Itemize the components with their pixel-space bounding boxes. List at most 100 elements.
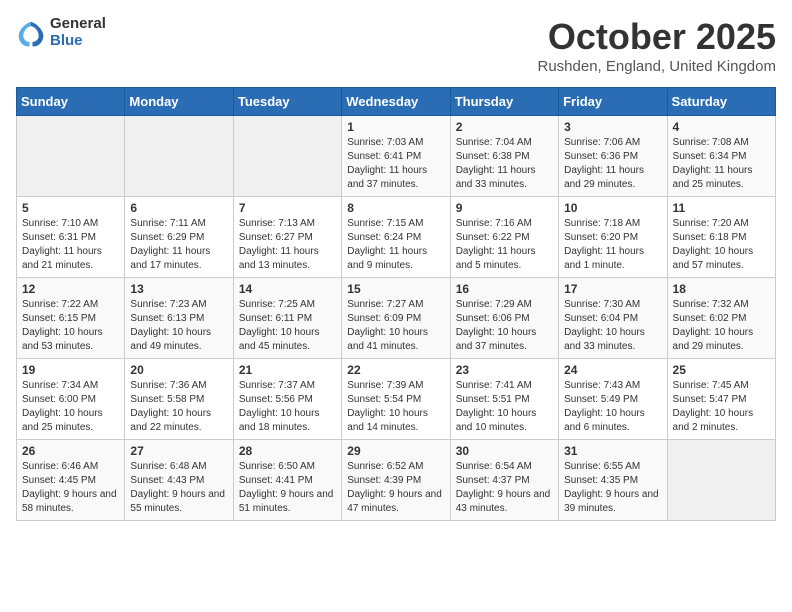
day-cell: 24 Sunrise: 7:43 AM Sunset: 5:49 PM Dayli…: [559, 359, 667, 440]
header-wednesday: Wednesday: [342, 88, 450, 116]
day-cell: 31Sunrise: 6:55 AM Sunset: 4:35 PM Dayli…: [559, 440, 667, 521]
day-info: Sunrise: 7:43 AM Sunset: 5:49 PM Dayligh…: [564, 379, 661, 435]
location: Rushden, England, United Kingdom: [538, 58, 777, 75]
header-monday: Monday: [125, 88, 233, 116]
day-info: Sunrise: 7:16 AM Sunset: 6:22 PM Dayligh…: [456, 217, 553, 273]
day-cell: 21Sunrise: 7:37 AM Sunset: 5:56 PM Dayli…: [233, 359, 341, 440]
day-info: Sunrise: 6:46 AM Sunset: 4:45 PM Dayligh…: [22, 460, 119, 516]
day-info: Sunrise: 6:48 AM Sunset: 4:43 PM Dayligh…: [130, 460, 227, 516]
day-info: Sunrise: 7:27 AM Sunset: 6:09 PM Dayligh…: [347, 298, 444, 354]
day-cell: 2 Sunrise: 7:04 AM Sunset: 6:38 PM Daylig…: [450, 116, 558, 197]
page-header: General Blue October 2025 Rushden, Engla…: [16, 16, 776, 75]
day-cell: 23 Sunrise: 7:41 AM Sunset: 5:51 PM Dayli…: [450, 359, 558, 440]
day-info: Sunrise: 6:52 AM Sunset: 4:39 PM Dayligh…: [347, 460, 444, 516]
day-number: 10: [564, 201, 661, 215]
day-info: Sunrise: 7:22 AM Sunset: 6:15 PM Dayligh…: [22, 298, 119, 354]
day-cell: 22 Sunrise: 7:39 AM Sunset: 5:54 PM Dayli…: [342, 359, 450, 440]
day-cell: 19 Sunrise: 7:34 AM Sunset: 6:00 PM Dayli…: [17, 359, 125, 440]
header-sunday: Sunday: [17, 88, 125, 116]
day-info: Sunrise: 7:39 AM Sunset: 5:54 PM Dayligh…: [347, 379, 444, 435]
day-cell: 9Sunrise: 7:16 AM Sunset: 6:22 PM Daylig…: [450, 197, 558, 278]
day-number: 2: [456, 120, 553, 134]
calendar-body: 1Sunrise: 7:03 AM Sunset: 6:41 PM Daylig…: [17, 116, 776, 521]
day-cell: 7Sunrise: 7:13 AM Sunset: 6:27 PM Daylig…: [233, 197, 341, 278]
day-cell: [667, 440, 775, 521]
day-cell: 17 Sunrise: 7:30 AM Sunset: 6:04 PM Dayli…: [559, 278, 667, 359]
day-info: Sunrise: 6:54 AM Sunset: 4:37 PM Dayligh…: [456, 460, 553, 516]
day-info: Sunrise: 7:08 AM Sunset: 6:34 PM Dayligh…: [673, 136, 770, 192]
logo: General Blue: [16, 16, 106, 49]
day-number: 6: [130, 201, 227, 215]
day-info: Sunrise: 7:36 AM Sunset: 5:58 PM Dayligh…: [130, 379, 227, 435]
day-cell: 20 Sunrise: 7:36 AM Sunset: 5:58 PM Dayli…: [125, 359, 233, 440]
day-number: 19: [22, 363, 119, 377]
calendar-header: SundayMondayTuesdayWednesdayThursdayFrid…: [17, 88, 776, 116]
calendar-table: SundayMondayTuesdayWednesdayThursdayFrid…: [16, 87, 776, 521]
day-number: 14: [239, 282, 336, 296]
day-number: 8: [347, 201, 444, 215]
day-info: Sunrise: 7:32 AM Sunset: 6:02 PM Dayligh…: [673, 298, 770, 354]
day-cell: 4Sunrise: 7:08 AM Sunset: 6:34 PM Daylig…: [667, 116, 775, 197]
header-thursday: Thursday: [450, 88, 558, 116]
day-cell: [17, 116, 125, 197]
day-cell: 14 Sunrise: 7:25 AM Sunset: 6:11 PM Dayli…: [233, 278, 341, 359]
day-info: Sunrise: 7:37 AM Sunset: 5:56 PM Dayligh…: [239, 379, 336, 435]
day-info: Sunrise: 7:34 AM Sunset: 6:00 PM Dayligh…: [22, 379, 119, 435]
week-row-3: 19 Sunrise: 7:34 AM Sunset: 6:00 PM Dayli…: [17, 359, 776, 440]
day-info: Sunrise: 7:29 AM Sunset: 6:06 PM Dayligh…: [456, 298, 553, 354]
day-info: Sunrise: 7:20 AM Sunset: 6:18 PM Dayligh…: [673, 217, 770, 273]
header-saturday: Saturday: [667, 88, 775, 116]
day-info: Sunrise: 7:11 AM Sunset: 6:29 PM Dayligh…: [130, 217, 227, 273]
day-info: Sunrise: 7:25 AM Sunset: 6:11 PM Dayligh…: [239, 298, 336, 354]
day-number: 28: [239, 444, 336, 458]
day-cell: 26 Sunrise: 6:46 AM Sunset: 4:45 PM Dayli…: [17, 440, 125, 521]
day-cell: 5 Sunrise: 7:10 AM Sunset: 6:31 PM Daylig…: [17, 197, 125, 278]
day-number: 30: [456, 444, 553, 458]
day-info: Sunrise: 7:03 AM Sunset: 6:41 PM Dayligh…: [347, 136, 444, 192]
week-row-4: 26 Sunrise: 6:46 AM Sunset: 4:45 PM Dayli…: [17, 440, 776, 521]
day-cell: 30 Sunrise: 6:54 AM Sunset: 4:37 PM Dayli…: [450, 440, 558, 521]
day-number: 17: [564, 282, 661, 296]
day-cell: 12Sunrise: 7:22 AM Sunset: 6:15 PM Dayli…: [17, 278, 125, 359]
day-number: 13: [130, 282, 227, 296]
day-number: 7: [239, 201, 336, 215]
logo-general: General: [50, 16, 106, 33]
day-info: Sunrise: 6:55 AM Sunset: 4:35 PM Dayligh…: [564, 460, 661, 516]
day-number: 15: [347, 282, 444, 296]
day-info: Sunrise: 7:30 AM Sunset: 6:04 PM Dayligh…: [564, 298, 661, 354]
day-number: 5: [22, 201, 119, 215]
day-cell: 10 Sunrise: 7:18 AM Sunset: 6:20 PM Dayli…: [559, 197, 667, 278]
day-info: Sunrise: 7:15 AM Sunset: 6:24 PM Dayligh…: [347, 217, 444, 273]
day-info: Sunrise: 7:04 AM Sunset: 6:38 PM Dayligh…: [456, 136, 553, 192]
day-info: Sunrise: 7:18 AM Sunset: 6:20 PM Dayligh…: [564, 217, 661, 273]
day-number: 16: [456, 282, 553, 296]
logo-text: General Blue: [50, 16, 106, 49]
day-info: Sunrise: 7:41 AM Sunset: 5:51 PM Dayligh…: [456, 379, 553, 435]
day-info: Sunrise: 6:50 AM Sunset: 4:41 PM Dayligh…: [239, 460, 336, 516]
week-row-1: 5 Sunrise: 7:10 AM Sunset: 6:31 PM Daylig…: [17, 197, 776, 278]
day-number: 24: [564, 363, 661, 377]
day-cell: [125, 116, 233, 197]
day-number: 22: [347, 363, 444, 377]
day-number: 11: [673, 201, 770, 215]
day-cell: 13 Sunrise: 7:23 AM Sunset: 6:13 PM Dayli…: [125, 278, 233, 359]
month-title: October 2025: [538, 16, 777, 58]
day-number: 20: [130, 363, 227, 377]
day-number: 23: [456, 363, 553, 377]
day-cell: 28 Sunrise: 6:50 AM Sunset: 4:41 PM Dayli…: [233, 440, 341, 521]
day-number: 3: [564, 120, 661, 134]
week-row-2: 12Sunrise: 7:22 AM Sunset: 6:15 PM Dayli…: [17, 278, 776, 359]
day-number: 18: [673, 282, 770, 296]
day-cell: 25Sunrise: 7:45 AM Sunset: 5:47 PM Dayli…: [667, 359, 775, 440]
day-number: 27: [130, 444, 227, 458]
week-row-0: 1Sunrise: 7:03 AM Sunset: 6:41 PM Daylig…: [17, 116, 776, 197]
day-cell: 6 Sunrise: 7:11 AM Sunset: 6:29 PM Daylig…: [125, 197, 233, 278]
day-info: Sunrise: 7:06 AM Sunset: 6:36 PM Dayligh…: [564, 136, 661, 192]
day-cell: 29Sunrise: 6:52 AM Sunset: 4:39 PM Dayli…: [342, 440, 450, 521]
day-info: Sunrise: 7:23 AM Sunset: 6:13 PM Dayligh…: [130, 298, 227, 354]
header-row: SundayMondayTuesdayWednesdayThursdayFrid…: [17, 88, 776, 116]
day-info: Sunrise: 7:10 AM Sunset: 6:31 PM Dayligh…: [22, 217, 119, 273]
header-tuesday: Tuesday: [233, 88, 341, 116]
day-cell: 18 Sunrise: 7:32 AM Sunset: 6:02 PM Dayli…: [667, 278, 775, 359]
day-number: 26: [22, 444, 119, 458]
